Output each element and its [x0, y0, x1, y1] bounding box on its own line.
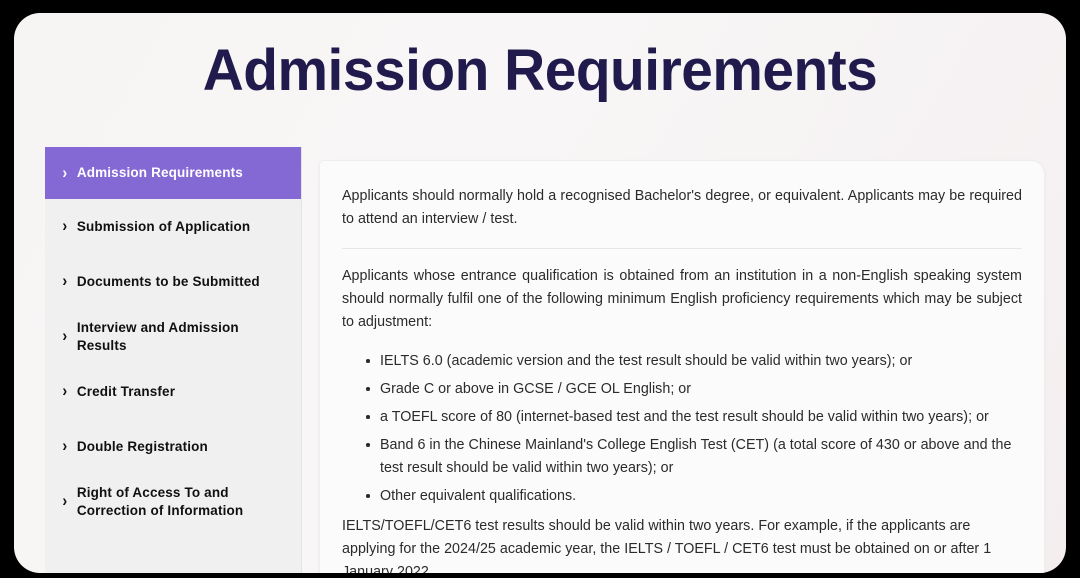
sidebar-item-credit-transfer[interactable]: › Credit Transfer [45, 364, 301, 419]
sidebar-item-label: Documents to be Submitted [76, 273, 260, 289]
content-paragraph-2: Applicants whose entrance qualification … [342, 268, 1022, 331]
sidebar-item-double-registration[interactable]: › Double Registration [45, 419, 301, 474]
list-item: Other equivalent qualifications. [366, 485, 1022, 508]
sidebar-item-label: Interview and Admission Results [76, 320, 239, 353]
chevron-right-icon: › [62, 491, 68, 510]
body-region: › Admission Requirements › Submission of… [45, 147, 1045, 573]
chevron-right-icon: › [62, 326, 68, 345]
chevron-right-icon: › [62, 381, 68, 400]
sidebar-item-label: Right of Access To and Correction of Inf… [76, 485, 244, 518]
sidebar-item-label: Credit Transfer [76, 383, 176, 399]
list-item: Band 6 in the Chinese Mainland's College… [366, 434, 1022, 480]
chevron-right-icon: › [62, 271, 68, 290]
chevron-right-icon: › [62, 436, 68, 455]
english-proficiency-list: IELTS 6.0 (academic version and the test… [342, 350, 1022, 508]
sidebar-item-submission-of-application[interactable]: › Submission of Application [45, 199, 301, 254]
content-panel: Applicants should normally hold a recogn… [319, 160, 1045, 573]
content-divider [342, 248, 1022, 250]
chevron-right-icon: › [62, 216, 68, 235]
sidebar-nav[interactable]: › Admission Requirements › Submission of… [45, 147, 302, 573]
sidebar-item-label: Submission of Application [76, 218, 251, 234]
page-card: Admission Requirements › Admission Requi… [14, 13, 1066, 573]
sidebar-item-label: Double Registration [76, 438, 208, 454]
list-item: IELTS 6.0 (academic version and the test… [366, 350, 1022, 373]
list-item: Grade C or above in GCSE / GCE OL Englis… [366, 378, 1022, 401]
sidebar-item-documents-to-be-submitted[interactable]: › Documents to be Submitted [45, 254, 301, 309]
list-item: a TOEFL score of 80 (internet-based test… [366, 406, 1022, 429]
sidebar-item-admission-requirements[interactable]: › Admission Requirements [45, 147, 301, 199]
content-paragraph-1: Applicants should normally hold a recogn… [342, 188, 1022, 228]
chevron-right-icon: › [62, 162, 68, 182]
sidebar-item-right-of-access-to-and-correction-of-information[interactable]: › Right of Access To and Correction of I… [45, 474, 301, 529]
content-closing-paragraph: IELTS/TOEFL/CET6 test results should be … [342, 518, 992, 573]
sidebar-item-label: Admission Requirements [76, 165, 243, 181]
page-title: Admission Requirements [202, 38, 878, 103]
sidebar-item-interview-and-admission-results[interactable]: › Interview and Admission Results [45, 309, 301, 364]
